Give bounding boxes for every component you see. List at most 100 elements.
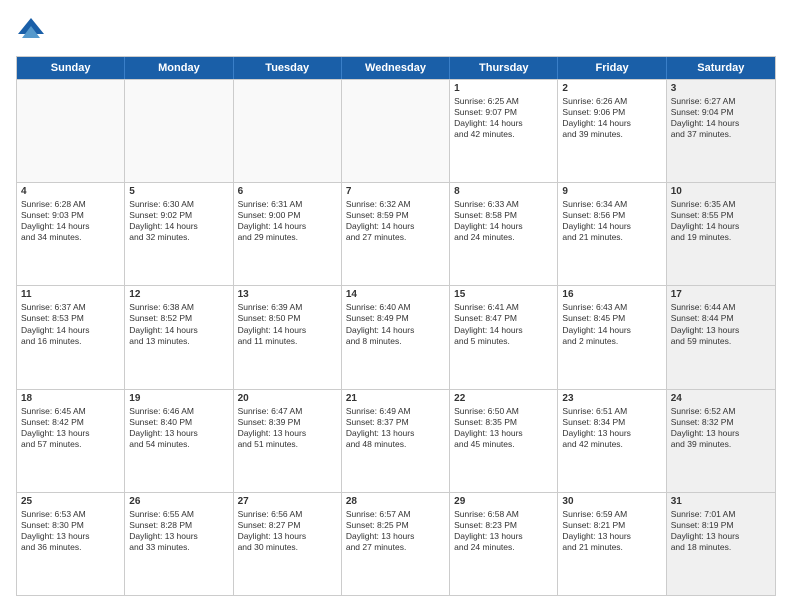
calendar-header: SundayMondayTuesdayWednesdayThursdayFrid… xyxy=(17,57,775,79)
cell-info-line: Sunset: 8:59 PM xyxy=(346,210,445,221)
cell-info-line: Sunrise: 6:26 AM xyxy=(562,96,661,107)
cell-info-line: and 39 minutes. xyxy=(562,129,661,140)
cal-cell-16: 16Sunrise: 6:43 AMSunset: 8:45 PMDayligh… xyxy=(558,286,666,388)
day-number: 18 xyxy=(21,393,120,404)
cal-cell-30: 30Sunrise: 6:59 AMSunset: 8:21 PMDayligh… xyxy=(558,493,666,595)
cell-info-line: Sunset: 8:32 PM xyxy=(671,417,771,428)
day-number: 3 xyxy=(671,83,771,94)
cell-info-line: and 42 minutes. xyxy=(562,439,661,450)
cell-info-line: Daylight: 14 hours xyxy=(129,221,228,232)
calendar-row-3: 18Sunrise: 6:45 AMSunset: 8:42 PMDayligh… xyxy=(17,389,775,492)
cal-cell-7: 7 Sunrise: 6:32 AMSunset: 8:59 PMDaylight… xyxy=(342,183,450,285)
header-day-sunday: Sunday xyxy=(17,57,125,79)
cell-info-line: Sunrise: 6:53 AM xyxy=(21,509,120,520)
cell-info-line: Sunset: 8:53 PM xyxy=(21,313,120,324)
cell-info-line: Sunset: 8:37 PM xyxy=(346,417,445,428)
cell-info-line: Daylight: 14 hours xyxy=(671,221,771,232)
cell-info-line: Daylight: 14 hours xyxy=(129,325,228,336)
cell-info-line: Daylight: 14 hours xyxy=(671,118,771,129)
cell-info-line: Sunrise: 6:37 AM xyxy=(21,302,120,313)
cal-cell-5: 5 Sunrise: 6:30 AMSunset: 9:02 PMDaylight… xyxy=(125,183,233,285)
cell-info-line: Sunset: 8:58 PM xyxy=(454,210,553,221)
day-number: 26 xyxy=(129,496,228,507)
cell-info-line: Sunset: 8:19 PM xyxy=(671,520,771,531)
cell-info-line: Sunrise: 6:28 AM xyxy=(21,199,120,210)
calendar-row-4: 25Sunrise: 6:53 AMSunset: 8:30 PMDayligh… xyxy=(17,492,775,595)
cell-info-line: Sunrise: 6:47 AM xyxy=(238,406,337,417)
day-number: 30 xyxy=(562,496,661,507)
day-number: 31 xyxy=(671,496,771,507)
day-number: 21 xyxy=(346,393,445,404)
cell-info-line: and 5 minutes. xyxy=(454,336,553,347)
cal-cell-21: 21Sunrise: 6:49 AMSunset: 8:37 PMDayligh… xyxy=(342,390,450,492)
day-number: 20 xyxy=(238,393,337,404)
cal-cell-12: 12Sunrise: 6:38 AMSunset: 8:52 PMDayligh… xyxy=(125,286,233,388)
cell-info-line: and 24 minutes. xyxy=(454,232,553,243)
cell-info-line: Sunset: 8:27 PM xyxy=(238,520,337,531)
cell-info-line: Daylight: 13 hours xyxy=(238,531,337,542)
header-day-thursday: Thursday xyxy=(450,57,558,79)
cell-info-line: and 29 minutes. xyxy=(238,232,337,243)
cal-cell-26: 26Sunrise: 6:55 AMSunset: 8:28 PMDayligh… xyxy=(125,493,233,595)
cell-info-line: Sunset: 8:40 PM xyxy=(129,417,228,428)
cell-info-line: Daylight: 14 hours xyxy=(562,118,661,129)
cell-info-line: and 21 minutes. xyxy=(562,232,661,243)
day-number: 2 xyxy=(562,83,661,94)
cell-info-line: Daylight: 13 hours xyxy=(671,325,771,336)
cell-info-line: Sunset: 8:50 PM xyxy=(238,313,337,324)
cell-info-line: and 42 minutes. xyxy=(454,129,553,140)
cell-info-line: Daylight: 14 hours xyxy=(562,325,661,336)
cell-info-line: Sunset: 9:06 PM xyxy=(562,107,661,118)
cell-info-line: Sunset: 9:02 PM xyxy=(129,210,228,221)
cell-info-line: and 27 minutes. xyxy=(346,542,445,553)
page: SundayMondayTuesdayWednesdayThursdayFrid… xyxy=(0,0,792,612)
cal-cell-15: 15Sunrise: 6:41 AMSunset: 8:47 PMDayligh… xyxy=(450,286,558,388)
cal-cell-10: 10Sunrise: 6:35 AMSunset: 8:55 PMDayligh… xyxy=(667,183,775,285)
cell-info-line: Sunrise: 6:25 AM xyxy=(454,96,553,107)
cell-info-line: Sunset: 9:00 PM xyxy=(238,210,337,221)
cell-info-line: and 13 minutes. xyxy=(129,336,228,347)
cell-info-line: Sunrise: 6:41 AM xyxy=(454,302,553,313)
cell-info-line: Daylight: 14 hours xyxy=(562,221,661,232)
cell-info-line: Sunset: 9:03 PM xyxy=(21,210,120,221)
header-day-wednesday: Wednesday xyxy=(342,57,450,79)
cal-cell-24: 24Sunrise: 6:52 AMSunset: 8:32 PMDayligh… xyxy=(667,390,775,492)
cell-info-line: Sunset: 8:44 PM xyxy=(671,313,771,324)
cell-info-line: Sunrise: 6:58 AM xyxy=(454,509,553,520)
day-number: 6 xyxy=(238,186,337,197)
cell-info-line: Sunrise: 6:27 AM xyxy=(671,96,771,107)
cal-cell-18: 18Sunrise: 6:45 AMSunset: 8:42 PMDayligh… xyxy=(17,390,125,492)
day-number: 5 xyxy=(129,186,228,197)
cell-info-line: Sunrise: 6:44 AM xyxy=(671,302,771,313)
cell-info-line: Sunrise: 7:01 AM xyxy=(671,509,771,520)
cal-cell-27: 27Sunrise: 6:56 AMSunset: 8:27 PMDayligh… xyxy=(234,493,342,595)
cell-info-line: and 30 minutes. xyxy=(238,542,337,553)
cell-info-line: Sunrise: 6:30 AM xyxy=(129,199,228,210)
cell-info-line: and 45 minutes. xyxy=(454,439,553,450)
cell-info-line: Sunset: 8:21 PM xyxy=(562,520,661,531)
cal-cell-19: 19Sunrise: 6:46 AMSunset: 8:40 PMDayligh… xyxy=(125,390,233,492)
day-number: 4 xyxy=(21,186,120,197)
cell-info-line: and 21 minutes. xyxy=(562,542,661,553)
cell-info-line: and 36 minutes. xyxy=(21,542,120,553)
day-number: 17 xyxy=(671,289,771,300)
cell-info-line: and 16 minutes. xyxy=(21,336,120,347)
cell-info-line: Sunset: 8:47 PM xyxy=(454,313,553,324)
cell-info-line: Daylight: 13 hours xyxy=(129,531,228,542)
cal-cell-9: 9Sunrise: 6:34 AMSunset: 8:56 PMDaylight… xyxy=(558,183,666,285)
cell-info-line: Sunrise: 6:32 AM xyxy=(346,199,445,210)
logo-icon xyxy=(16,16,46,46)
header-day-friday: Friday xyxy=(558,57,666,79)
day-number: 13 xyxy=(238,289,337,300)
cell-info-line: and 11 minutes. xyxy=(238,336,337,347)
cell-info-line: Sunset: 8:34 PM xyxy=(562,417,661,428)
cell-info-line: Daylight: 14 hours xyxy=(346,221,445,232)
cell-info-line: and 27 minutes. xyxy=(346,232,445,243)
day-number: 7 xyxy=(346,186,445,197)
cell-info-line: Sunset: 8:30 PM xyxy=(21,520,120,531)
cell-info-line: and 32 minutes. xyxy=(129,232,228,243)
cell-info-line: Daylight: 13 hours xyxy=(562,531,661,542)
cal-cell-23: 23Sunrise: 6:51 AMSunset: 8:34 PMDayligh… xyxy=(558,390,666,492)
day-number: 27 xyxy=(238,496,337,507)
cell-info-line: Daylight: 13 hours xyxy=(346,531,445,542)
